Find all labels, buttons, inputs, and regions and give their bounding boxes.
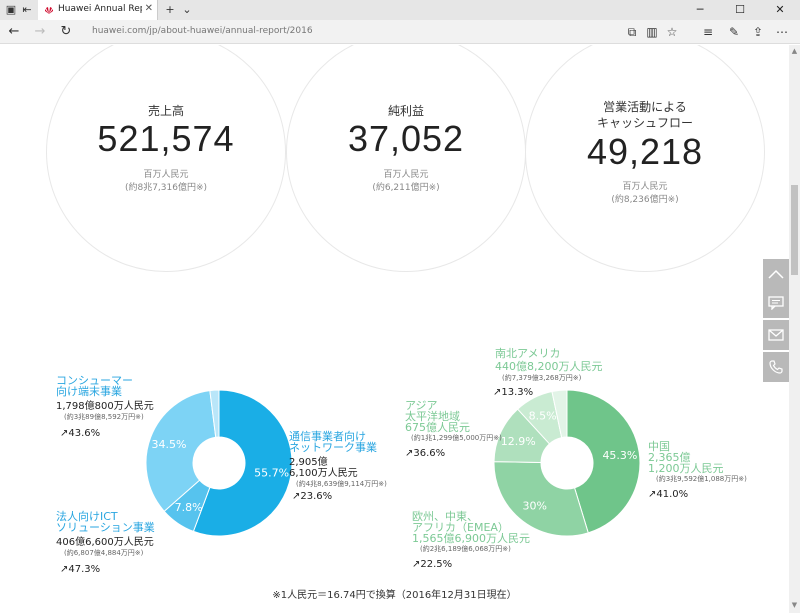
- tab-list-icon[interactable]: ▣: [4, 3, 18, 17]
- americas-region-growth: ↗13.3%: [493, 387, 534, 398]
- china-region-growth: ↗41.0%: [648, 489, 689, 500]
- web-note-icon[interactable]: ✎: [726, 24, 742, 40]
- americas-region-yen: (約7,379億3,268万円※): [502, 374, 582, 382]
- business-percent-label: 7.8%: [175, 501, 203, 514]
- exchange-rate-footnote: ※1人民元＝16.74円で換算（2016年12月31日現在）: [272, 590, 517, 601]
- apac-region-growth: ↗36.6%: [405, 448, 446, 459]
- page-content: 売上高 521,574 百万人民元 (約8兆7,316億円※) 純利益 37,0…: [0, 45, 789, 613]
- kpi-note: (約8兆7,316億円※): [124, 183, 208, 193]
- scroll-up-arrow-icon[interactable]: ▲: [789, 47, 800, 57]
- kpi-revenue: 売上高 521,574 百万人民元 (約8兆7,316億円※): [46, 45, 286, 272]
- kpi-unit: 百万人民元: [622, 182, 668, 192]
- more-icon[interactable]: ⋯: [774, 24, 790, 40]
- phone-button[interactable]: [763, 352, 789, 382]
- back-icon[interactable]: ←: [6, 24, 22, 40]
- vertical-scrollbar[interactable]: ▲ ▼: [789, 45, 800, 613]
- americas-region-title: 南北アメリカ: [495, 347, 561, 360]
- favorite-star-icon[interactable]: ☆: [664, 24, 680, 40]
- carrier-segment-title: ネットワーク事業: [289, 441, 377, 454]
- consumer-segment-amount: 1,798億800万人民元: [56, 401, 154, 412]
- kpi-note: (約6,211億円※): [372, 183, 440, 193]
- chevron-down-icon[interactable]: ⌄: [180, 3, 194, 17]
- kpi-label: 純利益: [387, 104, 424, 118]
- enterprise-segment-amount: 406億6,600万人民元: [56, 537, 154, 548]
- kpi-label: 営業活動による: [603, 100, 687, 114]
- tab-close-icon[interactable]: ✕: [145, 3, 153, 14]
- address-bar: ← → ↻ huawei.com/jp/about-huawei/annual-…: [0, 20, 800, 44]
- minimize-button[interactable]: ─: [680, 0, 720, 20]
- extension-icon[interactable]: ⧉: [624, 24, 640, 40]
- url-field[interactable]: huawei.com/jp/about-huawei/annual-report…: [92, 26, 313, 36]
- kpi-label: キャッシュフロー: [596, 116, 693, 130]
- browser-tab[interactable]: Huawei Annual Report 2 ✕: [38, 0, 158, 20]
- refresh-icon[interactable]: ↻: [58, 24, 74, 40]
- emea-region-yen: (約2兆6,189億6,068万円※): [420, 545, 511, 553]
- business-percent-label: 34.5%: [151, 438, 186, 451]
- chat-icon: [768, 296, 784, 311]
- kpi-operating-cash-flow: 営業活動による キャッシュフロー 49,218 百万人民元 (約8,236億円※…: [525, 45, 765, 272]
- regional-donut-chart: 45.3% 30% 12.9% 8.5%: [493, 389, 641, 537]
- consumer-segment-yen: (約3兆89億8,592万円※): [64, 413, 144, 421]
- carrier-segment-amount: 6,100万人民元: [289, 468, 358, 479]
- tab-title: Huawei Annual Report 2: [58, 4, 142, 14]
- emea-region-growth: ↗22.5%: [412, 559, 453, 570]
- business-segment-donut-chart: 55.7% 7.8% 34.5%: [145, 389, 293, 537]
- chevron-up-icon: [768, 269, 784, 279]
- china-region-amount: 1,200万人民元: [648, 462, 724, 475]
- consumer-segment-growth: ↗43.6%: [60, 428, 101, 439]
- apac-region-amount: 675億人民元: [405, 421, 470, 434]
- share-icon[interactable]: ⇪: [750, 24, 766, 40]
- kpi-note: (約8,236億円※): [611, 195, 679, 205]
- kpi-value: 37,052: [347, 118, 465, 159]
- title-bar: ▣ ⇤ Huawei Annual Report 2 ✕ + ⌄ ─ ☐ ✕: [0, 0, 800, 20]
- forward-icon[interactable]: →: [32, 24, 48, 40]
- region-percent-label: 45.3%: [602, 449, 637, 462]
- chat-button[interactable]: [763, 288, 789, 318]
- consumer-segment-title: 向け端末事業: [56, 385, 122, 398]
- china-region-yen: (約3兆9,592億1,088万円※): [656, 475, 747, 483]
- enterprise-segment-title: ソリューション事業: [56, 521, 155, 534]
- region-percent-label: 12.9%: [501, 435, 536, 448]
- scroll-down-arrow-icon[interactable]: ▼: [789, 601, 800, 611]
- kpi-label: 売上高: [147, 104, 184, 118]
- huawei-logo-icon: [45, 7, 53, 14]
- enterprise-segment-yen: (約6,807億4,884万円※): [64, 549, 144, 557]
- carrier-segment-amount: 2,905億: [289, 457, 328, 468]
- new-tab-icon[interactable]: +: [163, 3, 177, 17]
- close-window-button[interactable]: ✕: [760, 0, 800, 20]
- mail-icon: [768, 329, 784, 341]
- set-aside-tabs-icon[interactable]: ⇤: [20, 3, 34, 17]
- kpi-unit: 百万人民元: [383, 170, 429, 180]
- business-percent-label: 55.7%: [254, 467, 289, 480]
- scroll-top-button[interactable]: [763, 259, 789, 289]
- kpi-value: 49,218: [586, 131, 704, 172]
- phone-icon: [769, 360, 783, 374]
- americas-region-amount: 440億8,200万人民元: [495, 360, 603, 373]
- mail-button[interactable]: [763, 320, 789, 350]
- hub-icon[interactable]: ≡: [700, 24, 716, 40]
- carrier-segment-yen: (約4兆8,639億9,114万円※): [296, 480, 387, 488]
- region-percent-label: 8.5%: [529, 409, 557, 422]
- enterprise-segment-growth: ↗47.3%: [60, 564, 101, 575]
- scrollbar-thumb[interactable]: [791, 185, 798, 275]
- region-percent-label: 30%: [523, 500, 547, 513]
- emea-region-amount: 1,565億6,900万人民元: [412, 532, 530, 545]
- apac-region-yen: (約1兆1,299億5,000万円※): [411, 434, 502, 442]
- kpi-unit: 百万人民元: [143, 170, 189, 180]
- reading-view-icon[interactable]: ▥: [644, 24, 660, 40]
- maximize-button[interactable]: ☐: [720, 0, 760, 20]
- kpi-value: 521,574: [97, 118, 235, 159]
- carrier-segment-growth: ↗23.6%: [292, 491, 333, 502]
- kpi-net-profit: 純利益 37,052 百万人民元 (約6,211億円※): [286, 45, 526, 272]
